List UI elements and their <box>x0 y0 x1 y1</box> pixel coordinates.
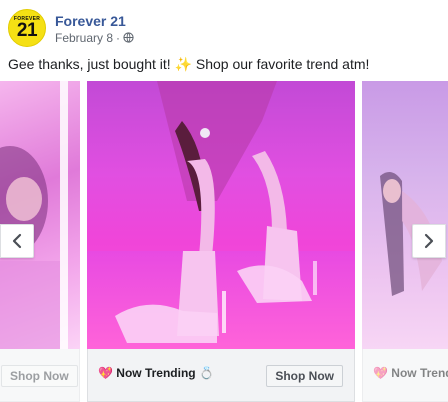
card-headline-next[interactable]: 💖 Now Trend <box>373 366 448 380</box>
chevron-right-icon <box>424 233 434 249</box>
carousel-footer-main: 💖 Now Trending 💍 Shop Now <box>87 349 355 402</box>
carousel-image-main[interactable] <box>87 81 355 349</box>
model-photo-next <box>380 172 442 296</box>
shop-now-button[interactable]: Shop Now <box>266 365 343 387</box>
post-date[interactable]: February 8 <box>55 31 113 45</box>
avatar-number-text: 21 <box>16 19 38 41</box>
carousel-footer-next: 💖 Now Trend <box>362 349 448 402</box>
product-carousel[interactable]: Shop Now 💖 Now Trending 💍 Shop Now 💖 Now… <box>0 81 448 402</box>
carousel-card-main[interactable]: 💖 Now Trending 💍 Shop Now <box>87 81 355 402</box>
post-meta: Forever 21 February 8 · <box>55 12 134 45</box>
post-message: Gee thanks, just bought it! ✨ Shop our f… <box>8 56 370 72</box>
globe-icon <box>123 32 134 43</box>
model-photo-main <box>87 81 355 349</box>
carousel-image-prev[interactable] <box>0 81 80 349</box>
post-header: FOREVER 21 Forever 21 February 8 · <box>8 9 134 47</box>
chevron-left-icon <box>12 233 22 249</box>
separator-dot: · <box>116 30 121 45</box>
carousel-footer-prev: Shop Now <box>0 349 80 402</box>
model-photo-prev <box>0 81 68 349</box>
post-date-row: February 8 · <box>55 31 134 45</box>
page-name-link[interactable]: Forever 21 <box>55 12 134 30</box>
carousel-image-next[interactable] <box>362 81 448 349</box>
carousel-next-button[interactable] <box>412 224 446 258</box>
page-avatar[interactable]: FOREVER 21 <box>8 9 46 47</box>
carousel-prev-button[interactable] <box>0 224 34 258</box>
card-headline[interactable]: 💖 Now Trending 💍 <box>98 366 214 380</box>
shop-now-button-prev[interactable]: Shop Now <box>1 365 78 387</box>
